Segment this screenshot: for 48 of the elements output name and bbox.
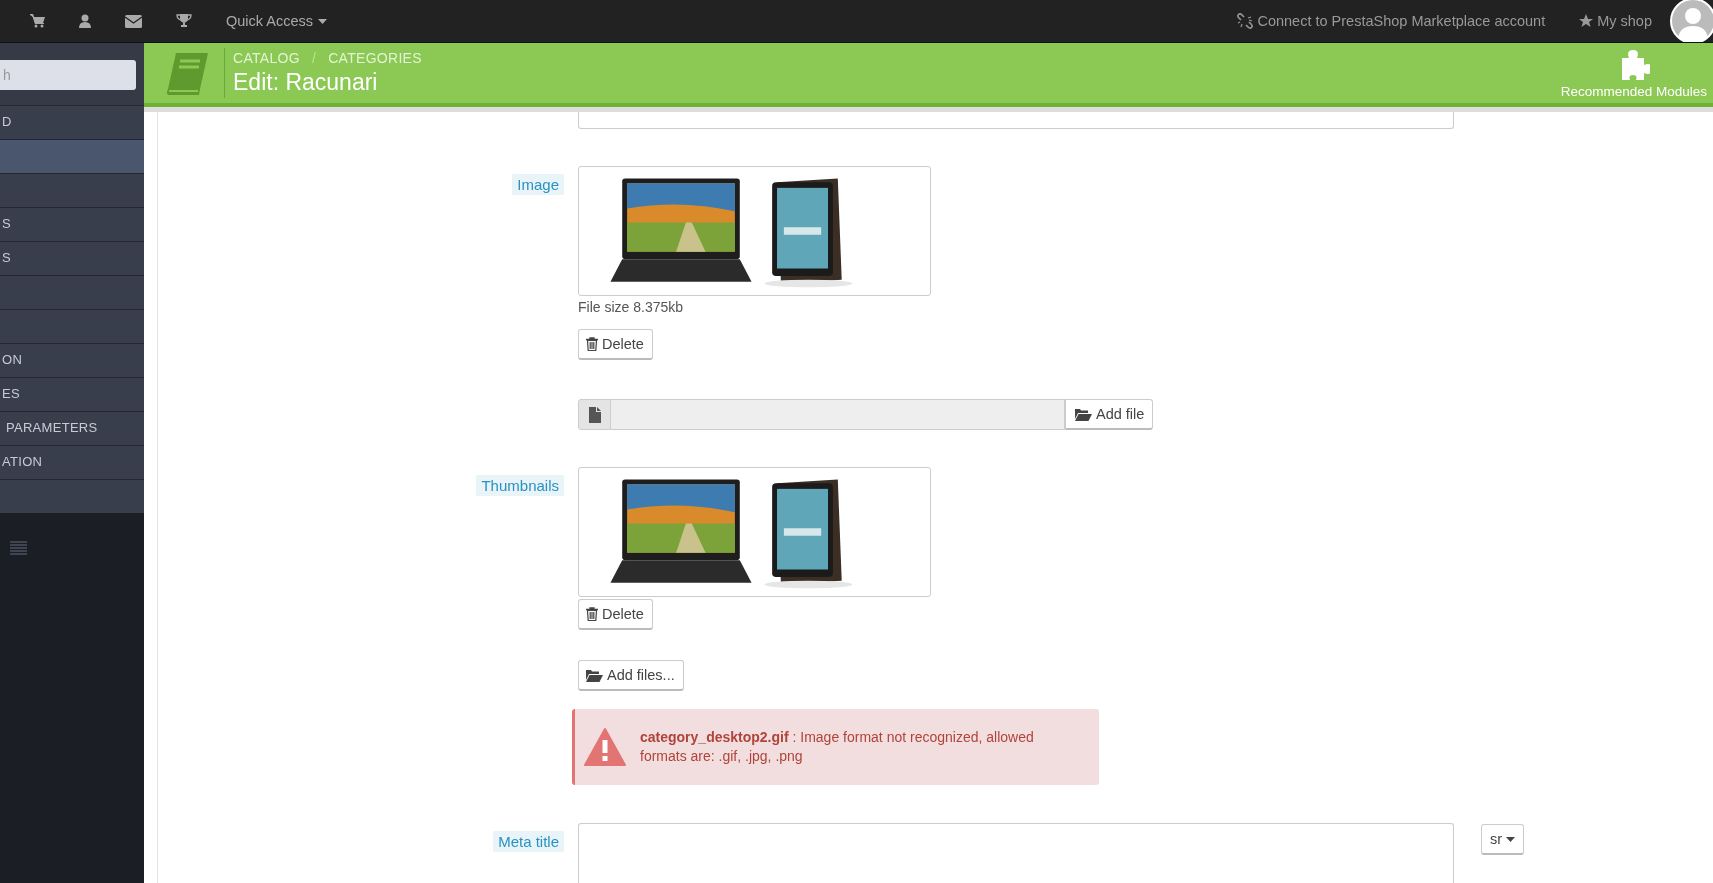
menu-icon[interactable] (10, 541, 27, 555)
sidebar-item[interactable]: PARAMETERS (0, 411, 144, 445)
file-input-field[interactable] (611, 399, 1065, 430)
quick-access-menu[interactable]: Quick Access (226, 13, 328, 29)
cart-icon[interactable] (30, 14, 45, 28)
marketplace-link[interactable]: Connect to PrestaShop Marketplace account (1257, 13, 1546, 29)
warning-icon (584, 728, 626, 766)
input-field[interactable] (578, 112, 1454, 129)
sidebar-item[interactable] (0, 309, 144, 343)
sidebar-item[interactable]: ON (0, 343, 144, 377)
sidebar-item[interactable]: ES (0, 377, 144, 411)
add-files-button[interactable]: Add files... (578, 660, 684, 691)
file-size-text: File size 8.375kb (578, 299, 684, 315)
field-label: Thumbnails (476, 475, 564, 496)
search-field[interactable]: h (0, 60, 136, 90)
avatar-icon[interactable] (1670, 0, 1713, 42)
sidebar-item[interactable]: ATION (0, 445, 144, 479)
delete-button[interactable]: Delete (578, 329, 653, 360)
broken-link-icon (1237, 13, 1254, 29)
sidebar-item[interactable]: D (0, 105, 144, 139)
field-label: Meta title (493, 831, 564, 852)
caret-icon (318, 18, 328, 24)
delete-button[interactable]: Delete (578, 599, 653, 630)
caret-icon (1506, 836, 1516, 842)
field-label: Image (512, 174, 564, 195)
error-message: category_desktop2.gif : Image format not recognized, allowed formats are: .gif, .jpg, .png (640, 728, 1035, 766)
sidebar-item[interactable]: S (0, 207, 144, 241)
star-icon (1579, 14, 1594, 28)
add-file-button[interactable]: Add file (1065, 399, 1154, 430)
mail-icon[interactable] (125, 14, 142, 28)
meta-title-field[interactable] (578, 823, 1454, 883)
my-shop-link[interactable]: My shop (1597, 13, 1652, 29)
trash-icon (586, 337, 598, 351)
sidebar-item[interactable] (0, 139, 144, 173)
trophy-icon[interactable] (176, 14, 192, 28)
file-icon (588, 406, 601, 423)
language-dropdown[interactable]: sr (1481, 824, 1525, 855)
book-icon (164, 51, 210, 97)
page-title: Edit: Racunari (233, 69, 379, 96)
folder-open-icon (1075, 407, 1092, 421)
user-icon[interactable] (79, 14, 91, 28)
trash-icon (586, 607, 598, 621)
breadcrumb-separator: / (311, 50, 317, 66)
sidebar-item[interactable] (0, 173, 144, 207)
sidebar-item[interactable] (0, 275, 144, 309)
folder-open-icon (586, 668, 603, 682)
sidebar-item[interactable]: S (0, 241, 144, 275)
sidebar-item[interactable] (0, 479, 144, 513)
